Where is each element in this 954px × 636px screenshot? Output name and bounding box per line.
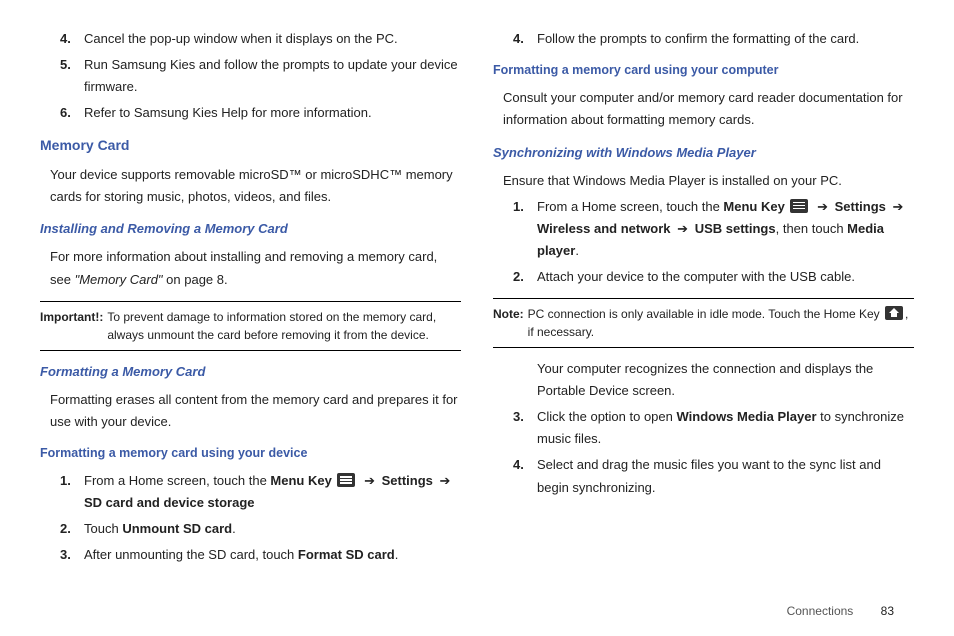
list-text: After unmounting the SD card, touch Form… (84, 544, 461, 566)
section-name: Connections (787, 604, 854, 618)
page-footer: Connections 83 (787, 604, 894, 618)
list-number: 2. (513, 266, 537, 288)
arrow-icon: ➔ (817, 199, 828, 214)
list-text: From a Home screen, touch the Menu Key ➔… (84, 470, 461, 514)
left-column: 4. Cancel the pop-up window when it disp… (40, 24, 461, 626)
text: Touch (84, 521, 122, 536)
usb-settings-label: USB settings (695, 221, 776, 236)
list-text: Cancel the pop-up window when it display… (84, 28, 461, 50)
list-number: 4. (513, 28, 537, 50)
menu-key-icon (337, 473, 355, 487)
list-number: 2. (60, 518, 84, 540)
arrow-icon: ➔ (440, 473, 451, 488)
paragraph: Your computer recognizes the connection … (537, 358, 914, 402)
list-number: 3. (513, 406, 537, 450)
paragraph: Consult your computer and/or memory card… (503, 87, 914, 131)
menu-key-label: Menu Key (723, 199, 784, 214)
text: From a Home screen, touch the (84, 473, 270, 488)
unmount-label: Unmount SD card (122, 521, 232, 536)
settings-label: Settings (835, 199, 886, 214)
list-item: 4. Select and drag the music files you w… (513, 454, 914, 498)
text: From a Home screen, touch the (537, 199, 723, 214)
list-text: Attach your device to the computer with … (537, 266, 914, 288)
text: Click the option to open (537, 409, 676, 424)
list-text: Follow the prompts to confirm the format… (537, 28, 914, 50)
text: After unmounting the SD card, touch (84, 547, 298, 562)
page-number: 83 (881, 604, 894, 618)
list-number: 1. (60, 470, 84, 514)
text: . (395, 547, 399, 562)
arrow-icon: ➔ (364, 473, 375, 488)
list-item: 6. Refer to Samsung Kies Help for more i… (60, 102, 461, 124)
arrow-icon: ➔ (893, 199, 904, 214)
list-number: 5. (60, 54, 84, 98)
list-text: Refer to Samsung Kies Help for more info… (84, 102, 461, 124)
wireless-label: Wireless and network (537, 221, 671, 236)
text: . (232, 521, 236, 536)
list-number: 6. (60, 102, 84, 124)
important-text: To prevent damage to information stored … (107, 308, 461, 344)
list-item: 2. Attach your device to the computer wi… (513, 266, 914, 288)
paragraph: For more information about installing an… (50, 246, 461, 290)
text: PC connection is only available in idle … (528, 307, 883, 321)
list-text: From a Home screen, touch the Menu Key ➔… (537, 196, 914, 262)
list-item: 1. From a Home screen, touch the Menu Ke… (60, 470, 461, 514)
list-item: 3. After unmounting the SD card, touch F… (60, 544, 461, 566)
home-key-icon (885, 306, 903, 320)
paragraph: Formatting erases all content from the m… (50, 389, 461, 433)
format-sd-label: Format SD card (298, 547, 395, 562)
heading-formatting: Formatting a Memory Card (40, 361, 461, 383)
list-text: Click the option to open Windows Media P… (537, 406, 914, 450)
heading-memory-card: Memory Card (40, 134, 461, 158)
list-item: 1. From a Home screen, touch the Menu Ke… (513, 196, 914, 262)
list-item: 2. Touch Unmount SD card. (60, 518, 461, 540)
text: . (575, 243, 579, 258)
arrow-icon: ➔ (677, 221, 688, 236)
note-label: Note: (493, 305, 524, 341)
list-number: 3. (60, 544, 84, 566)
important-label: Important!: (40, 308, 103, 344)
menu-key-icon (790, 199, 808, 213)
heading-install-remove: Installing and Removing a Memory Card (40, 218, 461, 240)
page: 4. Cancel the pop-up window when it disp… (0, 0, 954, 636)
paragraph: Ensure that Windows Media Player is inst… (503, 170, 914, 192)
important-box: Important!: To prevent damage to informa… (40, 301, 461, 351)
list-number: 1. (513, 196, 537, 262)
list-text: Select and drag the music files you want… (537, 454, 914, 498)
list-item: 5. Run Samsung Kies and follow the promp… (60, 54, 461, 98)
list-text: Run Samsung Kies and follow the prompts … (84, 54, 461, 98)
heading-format-computer: Formatting a memory card using your comp… (493, 60, 914, 81)
list-item: 4. Follow the prompts to confirm the for… (513, 28, 914, 50)
text: , then touch (776, 221, 848, 236)
text: on page 8. (163, 272, 228, 287)
wmp-label: Windows Media Player (676, 409, 816, 424)
paragraph: Your device supports removable microSD™ … (50, 164, 461, 208)
reference: "Memory Card" (75, 272, 163, 287)
note-box: Note: PC connection is only available in… (493, 298, 914, 348)
list-item: 4. Cancel the pop-up window when it disp… (60, 28, 461, 50)
right-column: 4. Follow the prompts to confirm the for… (493, 24, 914, 626)
heading-format-device: Formatting a memory card using your devi… (40, 443, 461, 464)
list-number: 4. (513, 454, 537, 498)
note-text: PC connection is only available in idle … (528, 305, 914, 341)
list-number: 4. (60, 28, 84, 50)
menu-key-label: Menu Key (270, 473, 331, 488)
settings-label: Settings (382, 473, 433, 488)
sd-storage-label: SD card and device storage (84, 495, 255, 510)
list-item: 3. Click the option to open Windows Medi… (513, 406, 914, 450)
list-text: Touch Unmount SD card. (84, 518, 461, 540)
heading-sync-wmp: Synchronizing with Windows Media Player (493, 142, 914, 164)
